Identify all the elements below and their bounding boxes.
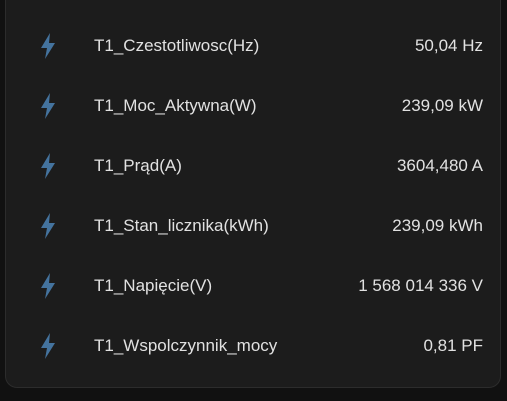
entity-row-moc-aktywna[interactable]: T1_Moc_Aktywna(W) 239,09 kW <box>6 86 500 126</box>
entities-card: T1_Czestotliwosc(Hz) 50,04 Hz T1_Moc_Akt… <box>5 0 501 388</box>
entity-value: 0,81 PF <box>423 336 483 355</box>
entity-name: T1_Wspolczynnik_mocy <box>94 336 278 355</box>
entity-row-prad[interactable]: T1_Prąd(A) 3604,480 A <box>6 146 500 186</box>
entity-value: 3604,480 A <box>396 156 483 175</box>
flash-icon <box>38 32 58 60</box>
entity-row-napiecie[interactable]: T1_Napięcie(V) 1 568 014 336 V <box>6 266 500 306</box>
entity-row-czestotliwosc[interactable]: T1_Czestotliwosc(Hz) 50,04 Hz <box>6 26 500 66</box>
flash-icon <box>38 212 58 240</box>
flash-icon <box>38 152 58 180</box>
entity-name: T1_Prąd(A) <box>94 156 182 175</box>
entity-name: T1_Napięcie(V) <box>94 276 213 295</box>
entity-row-wspolczynnik-mocy[interactable]: T1_Wspolczynnik_mocy 0,81 PF <box>6 326 500 366</box>
entity-value: 1 568 014 336 V <box>358 276 483 295</box>
flash-icon <box>38 92 58 120</box>
entity-value: 50,04 Hz <box>414 36 483 55</box>
entity-name: T1_Stan_licznika(kWh) <box>94 216 269 235</box>
entity-value: 239,09 kW <box>401 96 483 115</box>
entity-value: 239,09 kWh <box>392 216 483 235</box>
entity-name: T1_Moc_Aktywna(W) <box>94 96 257 115</box>
entity-name: T1_Czestotliwosc(Hz) <box>94 36 260 55</box>
flash-icon <box>38 332 58 360</box>
entity-row-stan-licznika[interactable]: T1_Stan_licznika(kWh) 239,09 kWh <box>6 206 500 246</box>
flash-icon <box>38 272 58 300</box>
